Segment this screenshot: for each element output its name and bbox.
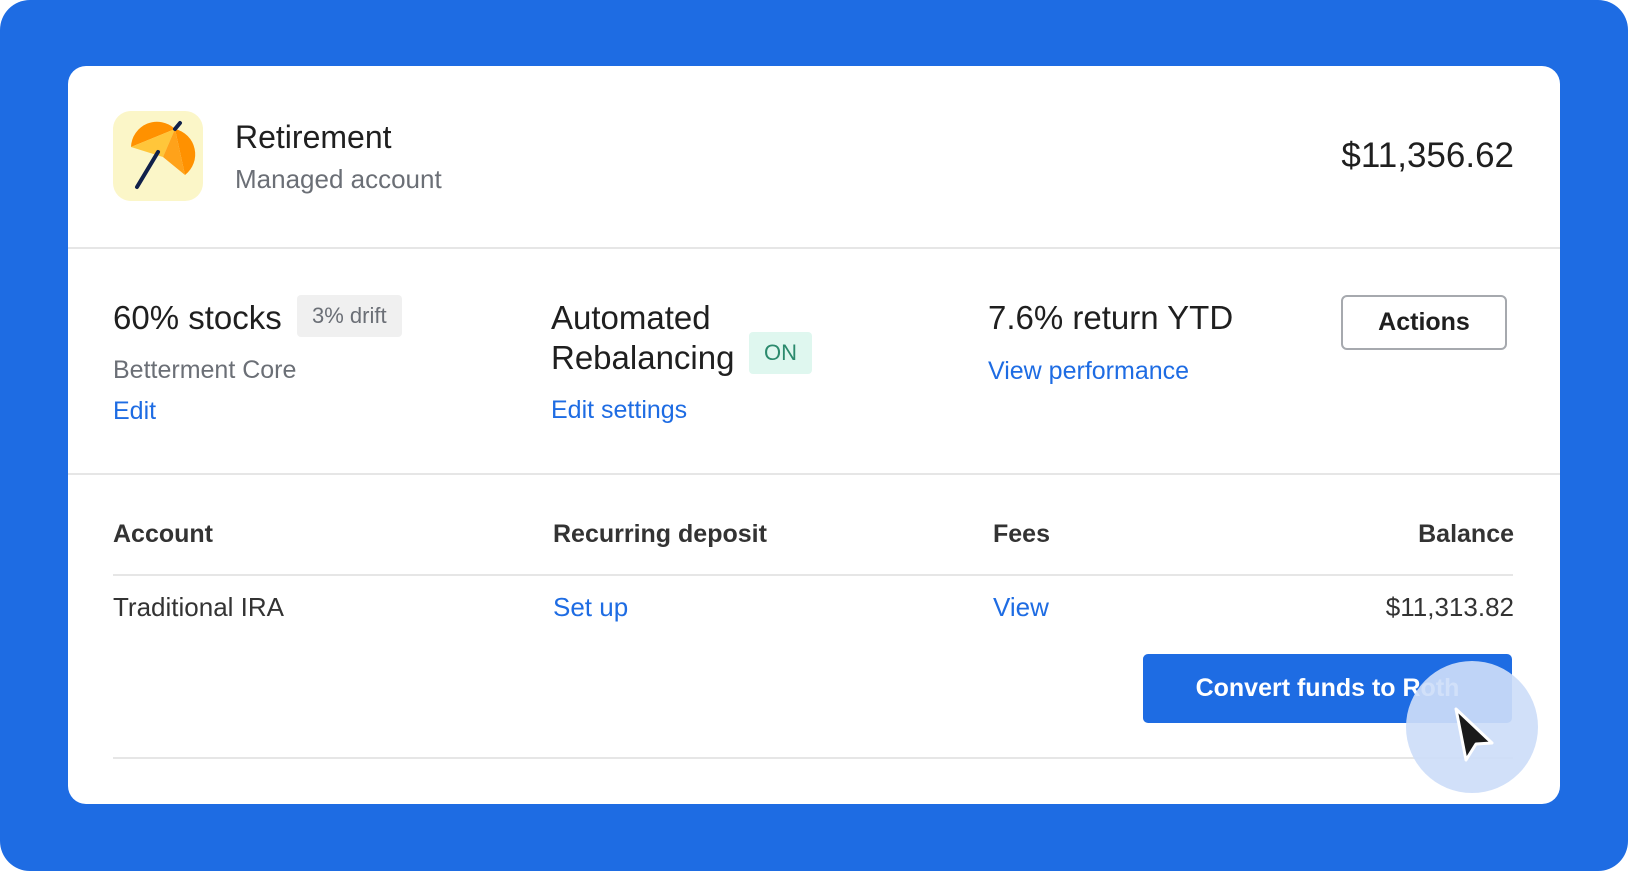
table-header-divider bbox=[113, 574, 1513, 576]
allocation-label: 60% stocks bbox=[113, 299, 282, 336]
account-title: Retirement bbox=[235, 119, 392, 155]
summary-divider bbox=[68, 473, 1560, 475]
actions-button[interactable]: Actions bbox=[1341, 295, 1507, 350]
account-subtitle: Managed account bbox=[235, 164, 442, 194]
edit-settings-link[interactable]: Edit settings bbox=[551, 396, 687, 425]
umbrella-icon bbox=[131, 121, 196, 189]
cell-account: Traditional IRA bbox=[113, 592, 284, 622]
view-fees-link[interactable]: View bbox=[993, 592, 1049, 623]
table-bottom-divider bbox=[113, 757, 1513, 759]
account-logo bbox=[113, 111, 203, 201]
rebalancing-label: Automated Rebalancing bbox=[551, 299, 735, 376]
page-frame: Retirement Managed account $11,356.62 60… bbox=[0, 0, 1628, 871]
set-up-recurring-deposit-link[interactable]: Set up bbox=[553, 592, 628, 623]
pointer-cursor-icon bbox=[1454, 707, 1494, 762]
total-balance: $11,356.62 bbox=[1341, 136, 1514, 175]
header-divider bbox=[68, 247, 1560, 249]
edit-allocation-link[interactable]: Edit bbox=[113, 397, 156, 426]
account-card: Retirement Managed account $11,356.62 60… bbox=[68, 66, 1560, 804]
column-header-account: Account bbox=[113, 520, 213, 548]
drift-badge: 3% drift bbox=[297, 295, 402, 337]
rebalancing-status-badge: ON bbox=[749, 332, 812, 374]
cell-balance: $11,313.82 bbox=[1385, 592, 1514, 622]
column-header-balance: Balance bbox=[1418, 520, 1514, 548]
return-label: 7.6% return YTD bbox=[988, 299, 1234, 336]
portfolio-name: Betterment Core bbox=[113, 356, 297, 384]
column-header-recurring-deposit: Recurring deposit bbox=[553, 520, 767, 548]
column-header-fees: Fees bbox=[993, 520, 1050, 548]
view-performance-link[interactable]: View performance bbox=[988, 357, 1189, 386]
